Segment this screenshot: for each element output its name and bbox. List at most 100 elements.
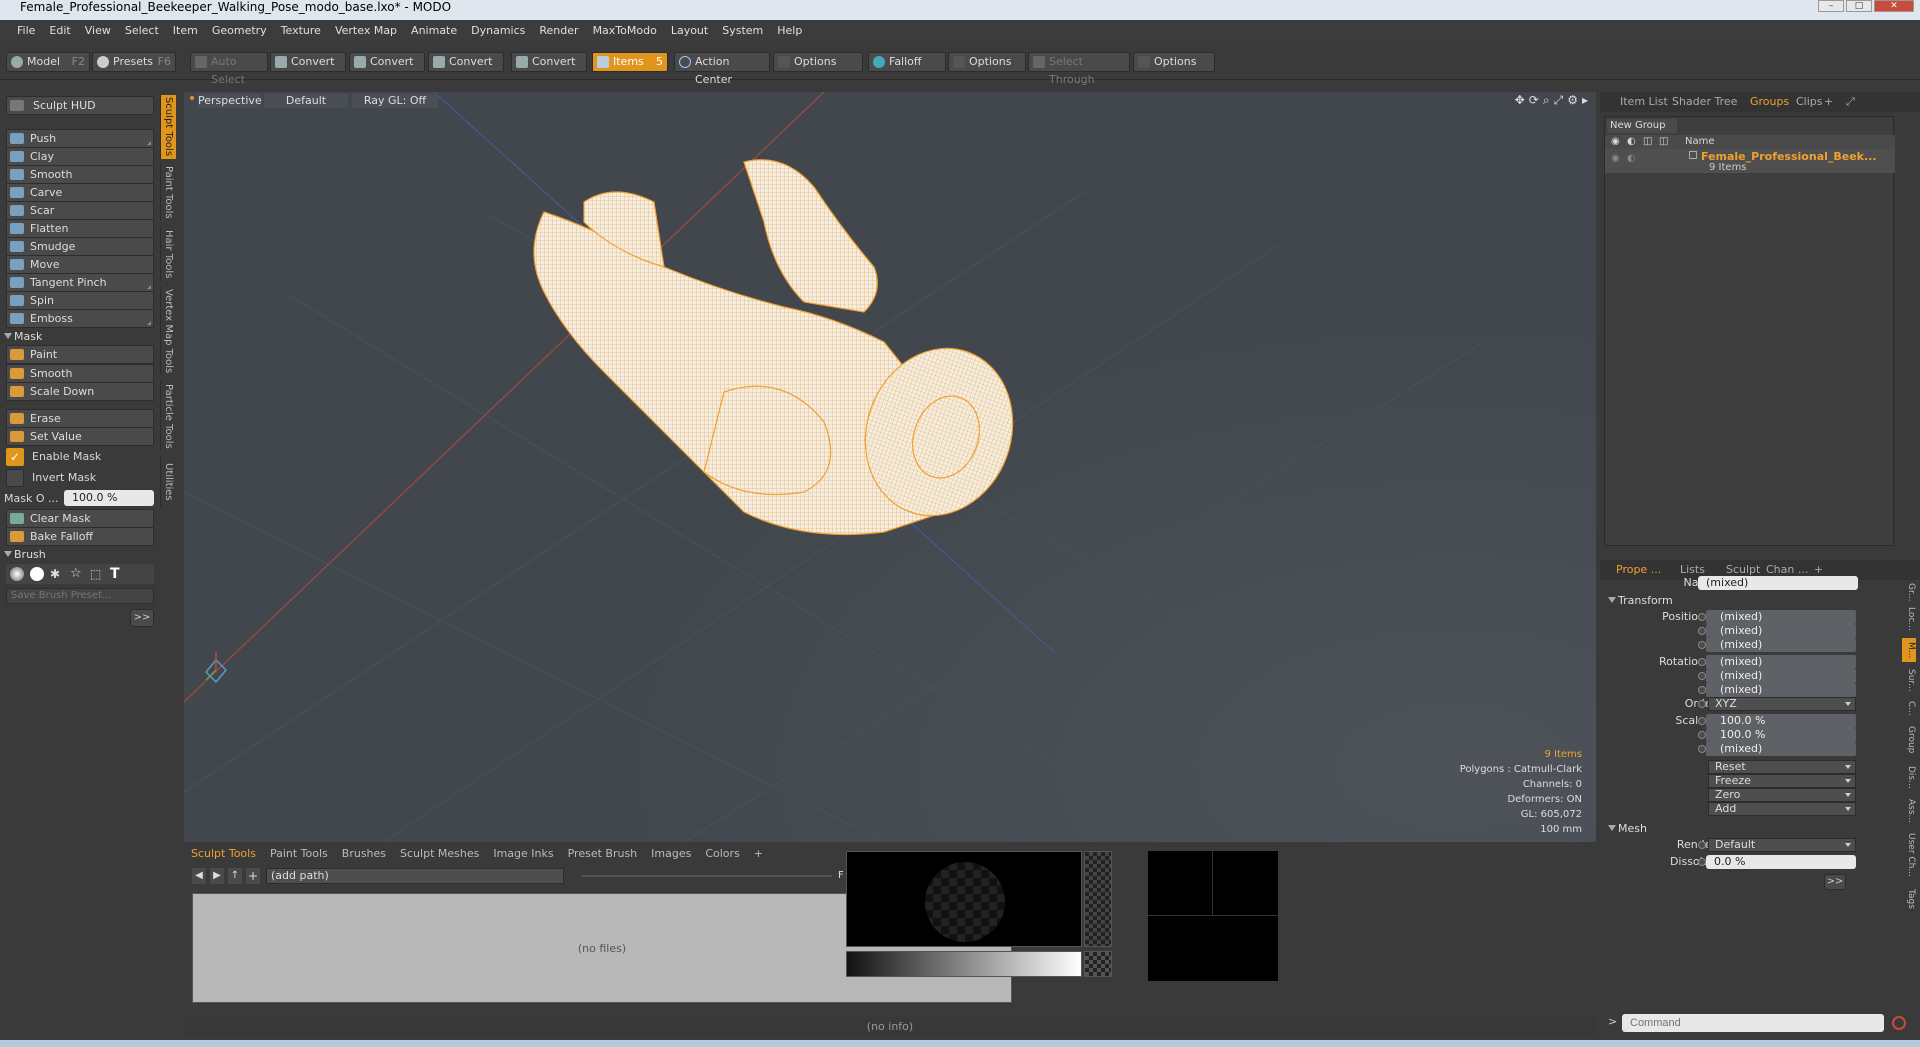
menu-item[interactable]: Item: [166, 20, 205, 42]
tab-particle-tools[interactable]: Particle Tools: [160, 381, 176, 451]
convert-materials-button[interactable]: Convert: [511, 52, 587, 72]
rotate-icon[interactable]: ⟳: [1529, 93, 1539, 108]
convert-vertices-button[interactable]: Convert: [270, 52, 346, 72]
soft-brush-icon[interactable]: [10, 567, 24, 581]
pan-icon[interactable]: ✥: [1515, 93, 1525, 108]
side-tab-gr[interactable]: Gr...: [1902, 582, 1916, 602]
thumbnail-size-slider[interactable]: [582, 875, 832, 877]
tab-hair-tools[interactable]: Hair Tools: [160, 227, 176, 281]
star-brush-icon[interactable]: ☆: [70, 567, 84, 581]
tab-preset-brush[interactable]: Preset Brush: [561, 845, 645, 863]
tool-clay[interactable]: Clay: [6, 147, 154, 166]
model-button[interactable]: Model F2: [6, 52, 90, 72]
add-tab-button[interactable]: +: [747, 845, 770, 863]
side-tab-surface[interactable]: Sur...: [1902, 666, 1916, 694]
close-button[interactable]: ✕: [1874, 0, 1914, 12]
tool-spin[interactable]: Spin: [6, 291, 154, 310]
side-tab-group[interactable]: Group: [1902, 722, 1916, 758]
menu-view[interactable]: View: [78, 20, 118, 42]
mask-tool-paint[interactable]: Paint: [6, 345, 154, 364]
position-y-field[interactable]: (mixed): [1706, 624, 1856, 638]
name-field[interactable]: (mixed): [1698, 576, 1858, 590]
menu-help[interactable]: Help: [770, 20, 809, 42]
menu-geometry[interactable]: Geometry: [205, 20, 274, 42]
tool-smooth[interactable]: Smooth: [6, 165, 154, 184]
falloff-button[interactable]: Falloff: [868, 52, 946, 72]
render-dropdown[interactable]: Default: [1708, 838, 1856, 852]
command-input[interactable]: [1622, 1014, 1884, 1032]
select-through-button[interactable]: Select Through: [1028, 52, 1130, 86]
raygl-button[interactable]: Ray GL: Off: [352, 94, 438, 108]
visibility-eye-icon[interactable]: ◉: [1611, 153, 1620, 164]
keyframe-dot[interactable]: [1698, 658, 1706, 666]
menu-texture[interactable]: Texture: [274, 20, 328, 42]
tab-paint-tools[interactable]: Paint Tools: [160, 163, 176, 221]
convert-edges-button[interactable]: Convert: [349, 52, 425, 72]
tab-clips[interactable]: Clips: [1796, 95, 1823, 108]
menu-select[interactable]: Select: [118, 20, 166, 42]
tab-image-inks[interactable]: Image Inks: [486, 845, 560, 863]
options-button-1[interactable]: Options: [773, 52, 863, 72]
menu-dynamics[interactable]: Dynamics: [464, 20, 532, 42]
options-button-3[interactable]: Options: [1133, 52, 1215, 72]
menu-animate[interactable]: Animate: [404, 20, 464, 42]
group-row[interactable]: ◉ ◐ Female_Professional_Beek... 9 Items: [1605, 149, 1895, 173]
tab-sculpt-meshes[interactable]: Sculpt Meshes: [393, 845, 486, 863]
mask-tool-scale-down[interactable]: Scale Down: [6, 382, 154, 401]
tab-groups[interactable]: Groups: [1750, 95, 1789, 108]
add-path-icon[interactable]: +: [246, 868, 260, 884]
reset-dropdown[interactable]: Reset: [1708, 760, 1856, 774]
bake-falloff-button[interactable]: Bake Falloff: [6, 527, 154, 546]
minimize-button[interactable]: –: [1818, 0, 1844, 12]
maximize-icon[interactable]: ⤢: [1554, 93, 1564, 108]
set-value-button[interactable]: Set Value: [6, 427, 154, 446]
tab-images[interactable]: Images: [644, 845, 698, 863]
freeze-dropdown[interactable]: Freeze: [1708, 774, 1856, 788]
back-arrow-icon[interactable]: ◀: [192, 868, 206, 884]
hard-brush-icon[interactable]: [30, 567, 44, 581]
keyframe-dot[interactable]: [1698, 641, 1706, 649]
menu-system[interactable]: System: [715, 20, 770, 42]
record-macro-icon[interactable]: [1892, 1016, 1906, 1030]
presets-button[interactable]: Presets F6: [92, 52, 176, 72]
forward-arrow-icon[interactable]: ▶: [210, 868, 224, 884]
mask-opacity-field[interactable]: 100.0 %: [64, 490, 154, 506]
side-tab-user-channels[interactable]: User Ch...: [1902, 830, 1916, 880]
position-x-field[interactable]: (mixed): [1706, 610, 1856, 624]
3d-viewport[interactable]: Perspective Default Ray GL: Off ✥ ⟳ ⌕ ⤢ ⚙ ▸ 9…: [184, 92, 1596, 842]
mask-tool-smooth[interactable]: Smooth: [6, 364, 154, 383]
side-tab-tags[interactable]: Tags: [1902, 884, 1916, 914]
rotation-z-field[interactable]: (mixed): [1706, 683, 1856, 697]
tab-vertex-map-tools[interactable]: Vertex Map Tools: [160, 287, 176, 375]
keyframe-dot[interactable]: [1698, 858, 1706, 866]
position-z-field[interactable]: (mixed): [1706, 638, 1856, 652]
convert-polygons-button[interactable]: Convert: [428, 52, 504, 72]
rotation-x-field[interactable]: (mixed): [1706, 655, 1856, 669]
tool-push[interactable]: Push: [6, 129, 154, 148]
keyframe-dot[interactable]: [1698, 613, 1706, 621]
menu-vertex-map[interactable]: Vertex Map: [328, 20, 404, 42]
keyframe-dot[interactable]: [1698, 745, 1706, 753]
tab-sculpt-tools[interactable]: Sculpt Tools: [184, 845, 263, 863]
side-tab-assembly[interactable]: Ass...: [1902, 796, 1916, 826]
invert-mask-toggle[interactable]: Invert Mask: [6, 469, 154, 487]
side-tab-mesh[interactable]: M...: [1902, 638, 1916, 662]
keyframe-dot[interactable]: [1698, 672, 1706, 680]
properties-expand-button[interactable]: >>: [1824, 874, 1846, 890]
tool-tangent-pinch[interactable]: Tangent Pinch: [6, 273, 154, 292]
options-button-2[interactable]: Options: [948, 52, 1026, 72]
menu-layout[interactable]: Layout: [664, 20, 715, 42]
tab-sculpt-tools[interactable]: Sculpt Tools: [160, 95, 176, 159]
dissolve-field[interactable]: 0.0 %: [1706, 855, 1856, 869]
path-dropdown[interactable]: (add path): [266, 868, 564, 884]
zoom-icon[interactable]: ⌕: [1543, 93, 1550, 108]
clear-mask-button[interactable]: Clear Mask: [6, 509, 154, 528]
brush-section-header[interactable]: Brush: [4, 548, 46, 561]
tool-emboss[interactable]: Emboss: [6, 309, 154, 328]
tab-item-list[interactable]: Item List: [1620, 95, 1668, 108]
zero-dropdown[interactable]: Zero: [1708, 788, 1856, 802]
tool-move[interactable]: Move: [6, 255, 154, 274]
rotation-y-field[interactable]: (mixed): [1706, 669, 1856, 683]
maximize-icon[interactable]: ⤢: [1846, 95, 1855, 109]
shading-style-button[interactable]: Default: [264, 94, 348, 108]
